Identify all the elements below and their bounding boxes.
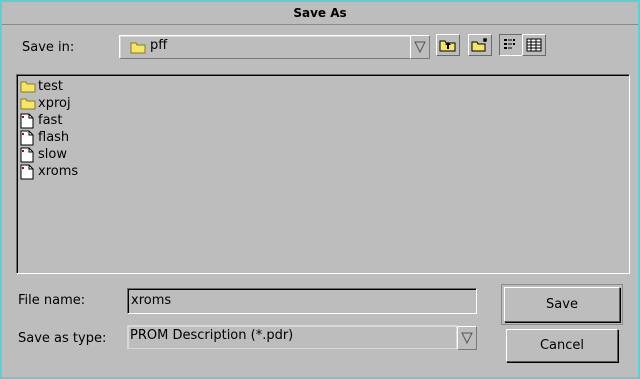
new-folder-icon: [471, 37, 489, 57]
file-name-label: File name:: [18, 293, 86, 308]
create-new-folder-button[interactable]: [468, 34, 492, 56]
item-name: fast: [38, 113, 63, 128]
list-view-icon: [503, 38, 519, 56]
file-name-input[interactable]: [130, 290, 476, 310]
item-name: slow: [38, 147, 67, 162]
save-as-type-value: PROM Description (*.pdr): [130, 328, 294, 343]
item-name: test: [38, 79, 63, 94]
item-name: xproj: [38, 96, 71, 111]
save-button-label: Save: [546, 297, 578, 312]
cancel-button[interactable]: Cancel: [506, 329, 618, 362]
item-name: flash: [38, 130, 70, 145]
folder-icon: [20, 96, 36, 112]
save-button[interactable]: Save: [501, 284, 623, 325]
save-in-dropdown-button[interactable]: [410, 35, 430, 59]
up-one-level-button[interactable]: [436, 34, 460, 56]
details-view-icon: [526, 38, 542, 56]
file-icon: [20, 164, 36, 180]
item-name: xroms: [38, 164, 79, 179]
save-as-type-dropdown-button[interactable]: [457, 326, 477, 350]
folder-icon: [130, 40, 146, 58]
save-as-type-label: Save as type:: [18, 331, 107, 346]
save-in-value: pff: [150, 38, 168, 53]
up-folder-icon: [439, 37, 457, 57]
folder-icon: [20, 79, 36, 95]
save-in-combo[interactable]: pff: [119, 35, 411, 59]
file-name-field: [127, 288, 477, 314]
save-as-dialog: Save As Save in: pff test xproj fast flash s…: [0, 0, 640, 379]
cancel-button-label: Cancel: [539, 338, 585, 353]
save-as-type-combo[interactable]: PROM Description (*.pdr): [127, 325, 457, 349]
list-view-button[interactable]: [499, 34, 523, 56]
details-view-button[interactable]: [522, 34, 546, 56]
file-list[interactable]: test xproj fast flash slow xroms: [16, 74, 630, 274]
save-in-label: Save in:: [22, 40, 75, 55]
file-icon: [20, 130, 36, 146]
file-icon: [20, 113, 36, 129]
file-icon: [20, 147, 36, 163]
chevron-down-icon: [460, 331, 474, 349]
dialog-title: Save As: [2, 2, 638, 25]
chevron-down-icon: [413, 40, 427, 58]
